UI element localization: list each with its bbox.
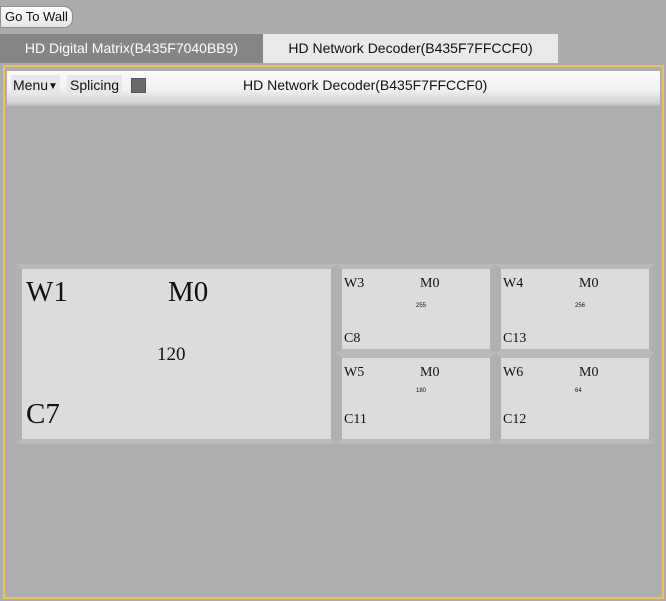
window-channel: C12: [503, 412, 527, 427]
caret-down-icon: ▼: [48, 81, 58, 92]
splicing-toggle[interactable]: [131, 78, 146, 93]
window-id: W6: [503, 365, 524, 380]
window-value: 256: [575, 303, 586, 309]
window-value: 120: [157, 344, 186, 365]
decoder-wall-panel: Menu▼ Splicing HD Network Decoder(B435F7…: [3, 65, 664, 599]
window-mode: M0: [168, 276, 209, 308]
window-channel: C7: [26, 398, 60, 430]
go-to-wall-button[interactable]: Go To Wall: [0, 6, 73, 28]
window-mode: M0: [579, 365, 599, 380]
menu-button[interactable]: Menu▼: [11, 75, 60, 95]
window-mode: M0: [579, 276, 599, 291]
menu-label: Menu: [13, 77, 49, 93]
tab-hd-digital-matrix[interactable]: HD Digital Matrix(B435F7040BB9): [0, 34, 263, 63]
window-channel: C13: [503, 331, 527, 346]
wall-window-w3[interactable]: W3 M0 255 C8: [336, 264, 496, 354]
window-id: W1: [26, 276, 68, 308]
wall-window-w6[interactable]: W6 M0 64 C12: [495, 353, 655, 444]
wall-window-w1[interactable]: W1 M0 120 C7: [16, 264, 337, 444]
window-channel: C11: [344, 412, 367, 427]
device-title: HD Network Decoder(B435F7FFCCF0): [243, 77, 488, 93]
window-id: W3: [344, 276, 365, 291]
window-channel: C8: [344, 331, 361, 346]
tab-hd-network-decoder[interactable]: HD Network Decoder(B435F7FFCCF0): [263, 34, 558, 63]
window-mode: M0: [420, 365, 440, 380]
window-value: 255: [416, 303, 427, 309]
window-id: W4: [503, 276, 524, 291]
window-mode: M0: [420, 276, 440, 291]
wall-window-w4[interactable]: W4 M0 256 C13: [495, 264, 655, 354]
wall-window-w5[interactable]: W5 M0 180 C11: [336, 353, 496, 444]
window-value: 64: [575, 388, 582, 394]
window-value: 180: [416, 388, 427, 394]
wall-toolbar: Menu▼ Splicing HD Network Decoder(B435F7…: [7, 71, 660, 106]
window-id: W5: [344, 365, 365, 380]
splicing-label: Splicing: [67, 75, 123, 95]
